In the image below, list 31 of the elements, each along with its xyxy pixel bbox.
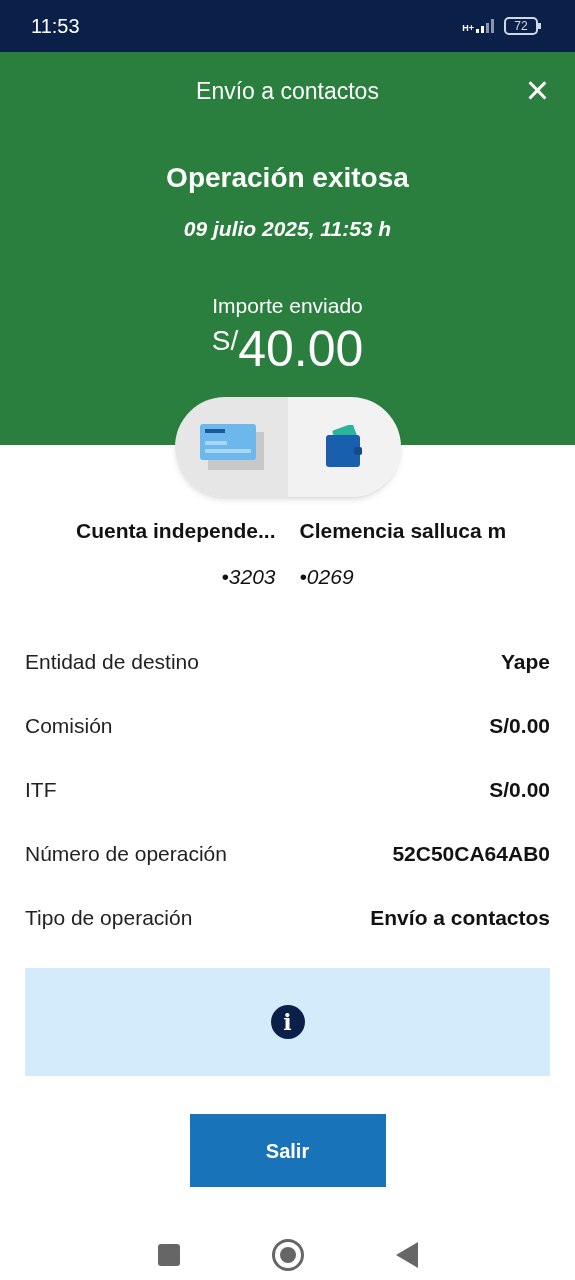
source-account-number: •3203 (220, 563, 276, 590)
detail-label: Comisión (25, 713, 113, 740)
result-title: Operación exitosa (166, 160, 409, 195)
detail-value: Yape (500, 649, 550, 676)
screen-title: Envío a contactos (196, 77, 379, 106)
detail-label: Número de operación (25, 841, 227, 868)
close-button[interactable]: × (525, 70, 549, 110)
source-account-name: Cuenta independe... (74, 518, 276, 544)
detail-label: ITF (25, 777, 57, 804)
status-time: 11:53 (31, 14, 80, 39)
currency-symbol: S/ (211, 323, 239, 356)
detail-value: S/0.00 (489, 713, 550, 740)
amount: 40.00 (238, 319, 364, 379)
network-type: H+ (462, 24, 474, 33)
signal-icon (476, 19, 496, 33)
info-icon: i (270, 1005, 305, 1039)
back-icon[interactable] (395, 1242, 418, 1268)
detail-label: Entidad de destino (25, 649, 199, 676)
detail-label: Tipo de operación (25, 905, 193, 932)
bank-card-icon (199, 424, 264, 470)
amount-label: Importe enviado (212, 293, 363, 319)
recents-icon[interactable] (157, 1244, 180, 1266)
exit-button[interactable]: Salir (189, 1114, 386, 1187)
operation-date: 09 julio 2025, 11:53 h (183, 215, 392, 242)
detail-value: S/0.00 (489, 777, 550, 804)
recipient-account-number: •0269 (299, 563, 355, 590)
detail-value: Envío a contactos (370, 905, 550, 932)
home-icon[interactable] (271, 1239, 304, 1271)
recipient-name: Clemencia salluca m (299, 518, 508, 544)
detail-value: 52C50CA64AB0 (392, 841, 550, 868)
battery-icon: 72 (504, 17, 541, 35)
